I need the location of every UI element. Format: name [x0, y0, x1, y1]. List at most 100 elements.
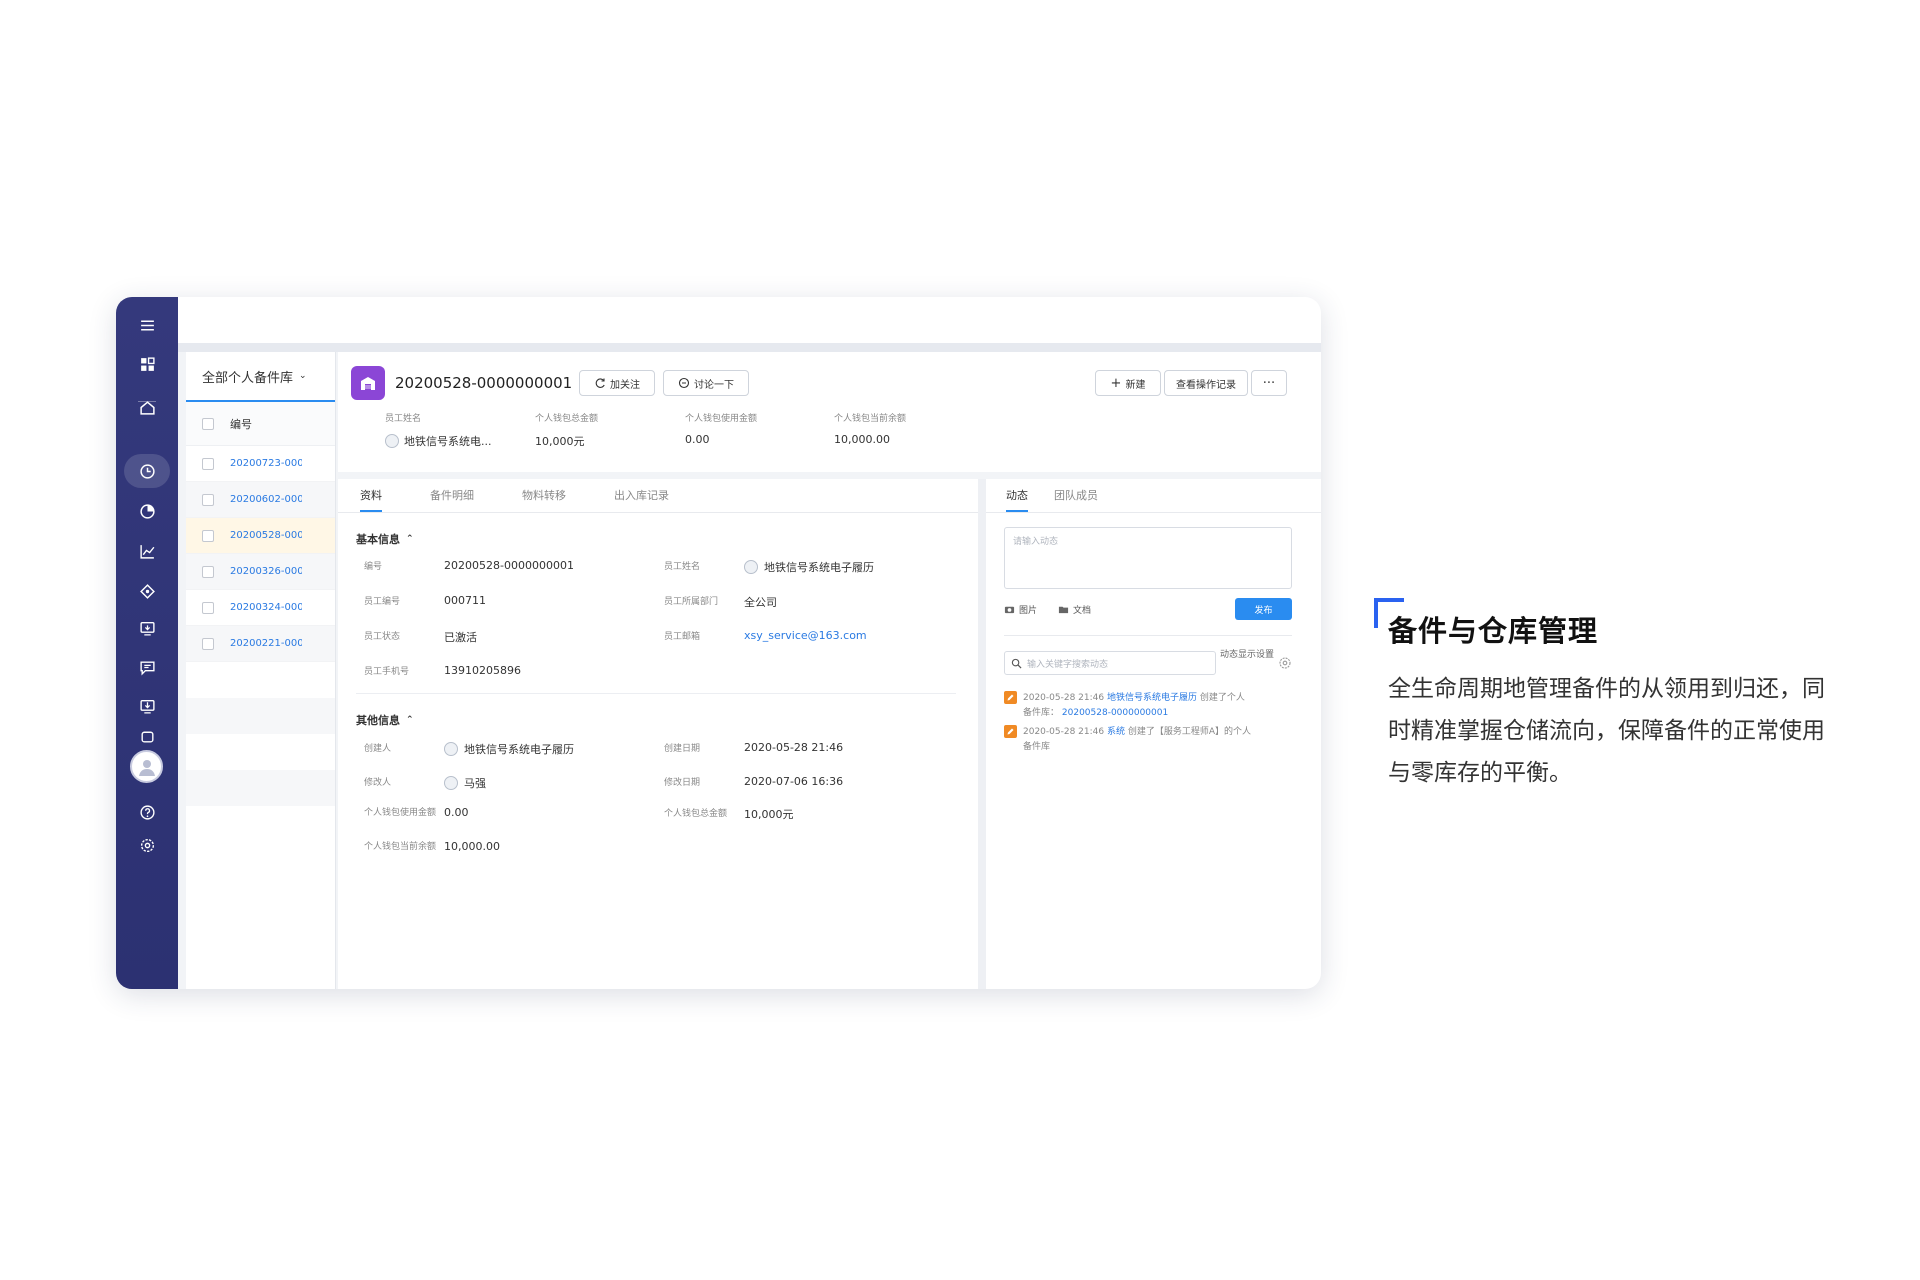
feed-action: 创建了【服务工程师A】的个人 — [1127, 727, 1252, 737]
feed-object-link[interactable]: 20200528-0000000001 — [1062, 708, 1168, 718]
field-phone: 员工手机号 13910205896 — [364, 664, 521, 677]
row-code-link[interactable]: 20200324-0000 — [230, 602, 302, 613]
activity-search-input[interactable]: 输入关键字搜索动态 — [1004, 651, 1216, 675]
table-row[interactable]: 20200324-0000 — [186, 590, 335, 626]
field-value: 已激活 — [444, 631, 477, 644]
avatar[interactable] — [130, 750, 163, 783]
tab-activity[interactable]: 动态 — [1006, 487, 1028, 512]
field-value: 马强 — [444, 775, 486, 791]
edit-icon — [1004, 725, 1017, 738]
row-checkbox[interactable] — [202, 637, 214, 650]
row-code-link[interactable]: 20200528-0000 — [230, 530, 302, 541]
more-button[interactable]: ··· — [1251, 370, 1287, 396]
user-icon — [444, 776, 458, 790]
field-label: 员工状态 — [364, 632, 401, 642]
top-bar-shadow — [178, 343, 1321, 352]
discuss-label: 讨论一下 — [694, 379, 734, 391]
activity-divider — [1004, 635, 1292, 636]
row-checkbox[interactable] — [202, 493, 214, 506]
table-row[interactable]: 20200326-0000 — [186, 554, 335, 590]
row-code-link[interactable]: 20200326-0000 — [230, 566, 302, 577]
section-other-info[interactable]: 其他信息 ⌃ — [356, 712, 414, 728]
column-code[interactable]: 编号 — [230, 416, 252, 432]
select-all-checkbox[interactable] — [202, 417, 214, 430]
apps-icon[interactable] — [135, 352, 159, 376]
table-row[interactable]: 20200723-0000 — [186, 446, 335, 482]
field-label: 修改日期 — [664, 778, 701, 788]
help-icon[interactable] — [135, 800, 159, 824]
table-row[interactable]: 20200602-0000 — [186, 482, 335, 518]
feed-actor-link[interactable]: 地铁信号系统电子履历 — [1107, 693, 1197, 703]
field-employee-id: 员工编号 000711 — [364, 594, 486, 607]
field-label: 编号 — [364, 562, 383, 572]
settings-icon[interactable] — [135, 833, 159, 857]
message-icon[interactable] — [135, 655, 159, 679]
field-label: 员工所属部门 — [664, 597, 719, 607]
field-wallet-balance: 个人钱包当前余额 10,000.00 — [364, 840, 500, 854]
activity-compose-input[interactable]: 请输入动态 — [1004, 527, 1292, 589]
table-row-selected[interactable]: 20200528-0000 — [186, 518, 335, 554]
pie-chart-icon[interactable] — [135, 499, 159, 523]
warehouse-icon — [351, 366, 385, 400]
feed-object-prefix: 备件库 — [1023, 742, 1051, 752]
field-value: 000711 — [444, 594, 486, 607]
menu-icon[interactable] — [135, 313, 159, 337]
record-list: 全部个人备件库 ⌄ 编号 20200723-0000 20200602-0000… — [186, 352, 336, 989]
attach-image-button[interactable]: 图片 — [1004, 603, 1037, 616]
tab-material-transfer[interactable]: 物料转移 — [522, 487, 566, 512]
tab-inout-records[interactable]: 出入库记录 — [614, 487, 669, 512]
field-label: 个人钱包使用金额 — [364, 808, 437, 818]
view-log-button[interactable]: 查看操作记录 — [1164, 370, 1248, 396]
camera-icon — [1004, 606, 1015, 614]
field-email: 员工邮箱 xsy_service@163.com — [664, 629, 867, 642]
tab-info[interactable]: 资料 — [360, 487, 382, 512]
row-checkbox[interactable] — [202, 529, 214, 542]
field-label: 个人钱包总金额 — [664, 809, 728, 819]
row-code-link[interactable]: 20200602-0000 — [230, 494, 302, 505]
kpi-value: 0.00 — [685, 433, 710, 446]
activity-filter-settings[interactable]: 动态显示设置 — [1220, 649, 1276, 661]
list-view-selector[interactable]: 全部个人备件库 ⌄ — [186, 352, 335, 402]
folder-icon — [1058, 606, 1069, 614]
diamond-icon[interactable] — [135, 579, 159, 603]
gear-icon[interactable] — [1278, 656, 1292, 670]
new-button[interactable]: + 新建 — [1095, 370, 1161, 396]
row-checkbox[interactable] — [202, 457, 214, 470]
section-basic-info[interactable]: 基本信息 ⌃ — [356, 531, 414, 547]
field-value: 全公司 — [744, 596, 777, 609]
chat-icon — [678, 377, 690, 389]
partial-icon[interactable] — [135, 729, 159, 743]
feed-text: 2020-05-28 21:46 地铁信号系统电子履历 创建了个人 备件库： 2… — [1023, 691, 1245, 721]
feed-actor-link[interactable]: 系统 — [1107, 727, 1125, 737]
monitor-icon[interactable] — [135, 616, 159, 640]
field-value-text: 马强 — [464, 777, 486, 790]
tab-team-members[interactable]: 团队成员 — [1054, 487, 1098, 512]
chevron-up-icon: ⌃ — [406, 534, 414, 544]
row-checkbox[interactable] — [202, 565, 214, 578]
field-value: 10,000.00 — [444, 840, 500, 853]
table-row[interactable]: 20200221-0000 — [186, 626, 335, 662]
tab-spare-parts[interactable]: 备件明细 — [430, 487, 474, 512]
publish-button[interactable]: 发布 — [1235, 598, 1292, 620]
empty-row — [186, 698, 335, 734]
field-value: 地铁信号系统电子履历 — [744, 559, 874, 575]
email-link[interactable]: xsy_service@163.com — [744, 629, 867, 642]
feed-time: 2020-05-28 21:46 — [1023, 693, 1105, 703]
clock-icon[interactable] — [135, 459, 159, 483]
kpi-value-text: 地铁信号系统电... — [404, 435, 492, 448]
attach-doc-button[interactable]: 文档 — [1058, 603, 1091, 616]
chevron-up-icon: ⌃ — [406, 715, 414, 725]
discuss-button[interactable]: 讨论一下 — [663, 370, 749, 396]
follow-button[interactable]: 加关注 — [579, 370, 655, 396]
kpi-label: 个人钱包使用金额 — [685, 414, 758, 424]
line-chart-icon[interactable] — [135, 539, 159, 563]
row-code-link[interactable]: 20200723-0000 — [230, 458, 302, 469]
row-code-link[interactable]: 20200221-0000 — [230, 638, 302, 649]
download-icon[interactable] — [135, 694, 159, 718]
row-checkbox[interactable] — [202, 601, 214, 614]
field-modified-date: 修改日期 2020-07-06 16:36 — [664, 775, 843, 788]
kpi-label: 员工姓名 — [385, 414, 422, 424]
home-icon[interactable] — [135, 395, 159, 419]
field-value: 2020-07-06 16:36 — [744, 775, 844, 788]
feed-action: 创建了个人 — [1199, 693, 1245, 703]
